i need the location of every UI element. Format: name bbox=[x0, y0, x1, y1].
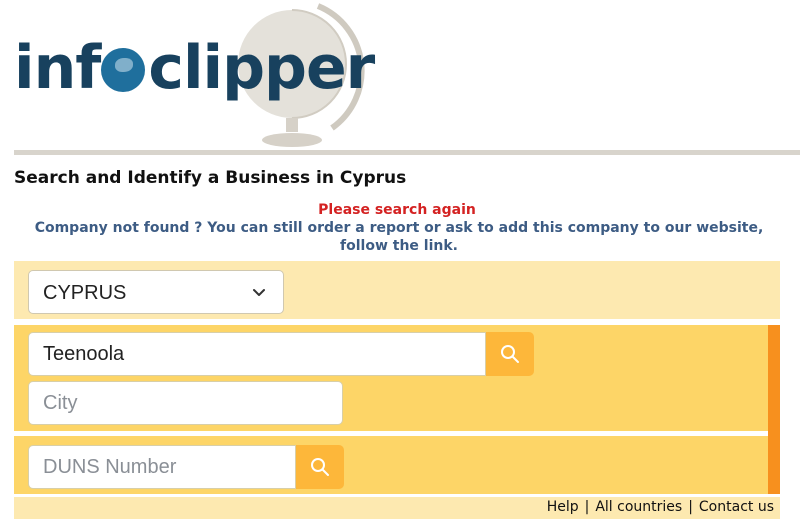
logo-globe-mark bbox=[101, 48, 146, 92]
contact-us-link[interactable]: Contact us bbox=[699, 499, 774, 515]
chevron-down-icon bbox=[253, 289, 265, 296]
footer-separator: | bbox=[688, 499, 693, 515]
help-link[interactable]: Help bbox=[547, 499, 579, 515]
header-divider bbox=[14, 150, 800, 155]
accent-bar bbox=[768, 325, 780, 494]
logo-text-clipper: clipper bbox=[148, 33, 375, 103]
search-icon bbox=[501, 345, 519, 363]
logo-text-info: inf bbox=[14, 33, 101, 103]
all-countries-link[interactable]: All countries bbox=[595, 499, 682, 515]
info-message[interactable]: Company not found ? You can still order … bbox=[14, 219, 784, 255]
duns-number-input[interactable] bbox=[28, 445, 296, 489]
country-select-value: CYPRUS bbox=[43, 282, 127, 304]
page-title: Search and Identify a Business in Cyprus bbox=[14, 168, 407, 188]
error-message: Please search again bbox=[318, 202, 476, 218]
site-header: inf clipper bbox=[0, 0, 800, 150]
company-name-input[interactable] bbox=[28, 332, 486, 376]
country-select[interactable]: CYPRUS bbox=[28, 270, 284, 314]
company-search-button[interactable] bbox=[486, 332, 534, 376]
logo[interactable]: inf clipper bbox=[14, 38, 375, 98]
footer-separator: | bbox=[584, 499, 590, 515]
search-icon bbox=[311, 458, 329, 476]
duns-search-button[interactable] bbox=[296, 445, 344, 489]
footer-links: Help | All countries | Contact us bbox=[547, 499, 774, 515]
city-input[interactable] bbox=[28, 381, 343, 425]
